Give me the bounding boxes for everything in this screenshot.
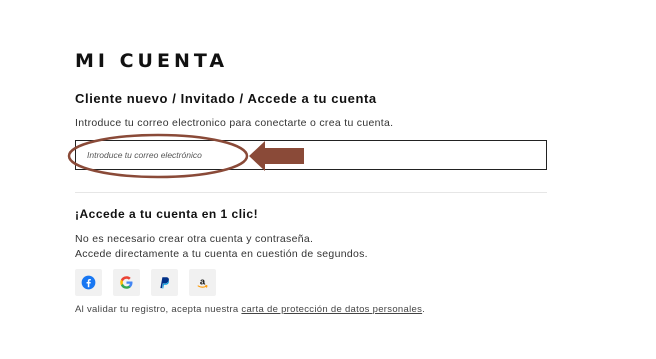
annotation-ellipse bbox=[67, 133, 249, 179]
google-icon bbox=[120, 276, 133, 289]
svg-text:a: a bbox=[200, 276, 206, 286]
amazon-login-button[interactable]: a bbox=[189, 269, 216, 296]
paypal-icon bbox=[160, 277, 169, 289]
one-click-description: No es necesario crear otra cuenta y cont… bbox=[75, 232, 368, 262]
legal-notice: Al validar tu registro, acepta nuestra c… bbox=[75, 304, 425, 315]
one-click-title: ¡Accede a tu cuenta en 1 clic! bbox=[75, 207, 259, 221]
legal-prefix: Al validar tu registro, acepta nuestra bbox=[75, 304, 242, 315]
section-divider bbox=[75, 192, 547, 193]
legal-suffix: . bbox=[422, 304, 426, 315]
paypal-login-button[interactable] bbox=[151, 269, 178, 296]
one-click-line-2: Accede directamente a tu cuenta en cuest… bbox=[75, 248, 368, 260]
privacy-policy-link[interactable]: carta de protección de datos personales bbox=[241, 304, 422, 315]
one-click-line-1: No es necesario crear otra cuenta y cont… bbox=[75, 233, 314, 245]
annotation-arrow bbox=[249, 141, 304, 171]
google-login-button[interactable] bbox=[113, 269, 140, 296]
facebook-login-button[interactable] bbox=[75, 269, 102, 296]
facebook-icon bbox=[81, 275, 96, 290]
social-login-row: a bbox=[75, 269, 216, 296]
amazon-icon: a bbox=[197, 276, 208, 288]
